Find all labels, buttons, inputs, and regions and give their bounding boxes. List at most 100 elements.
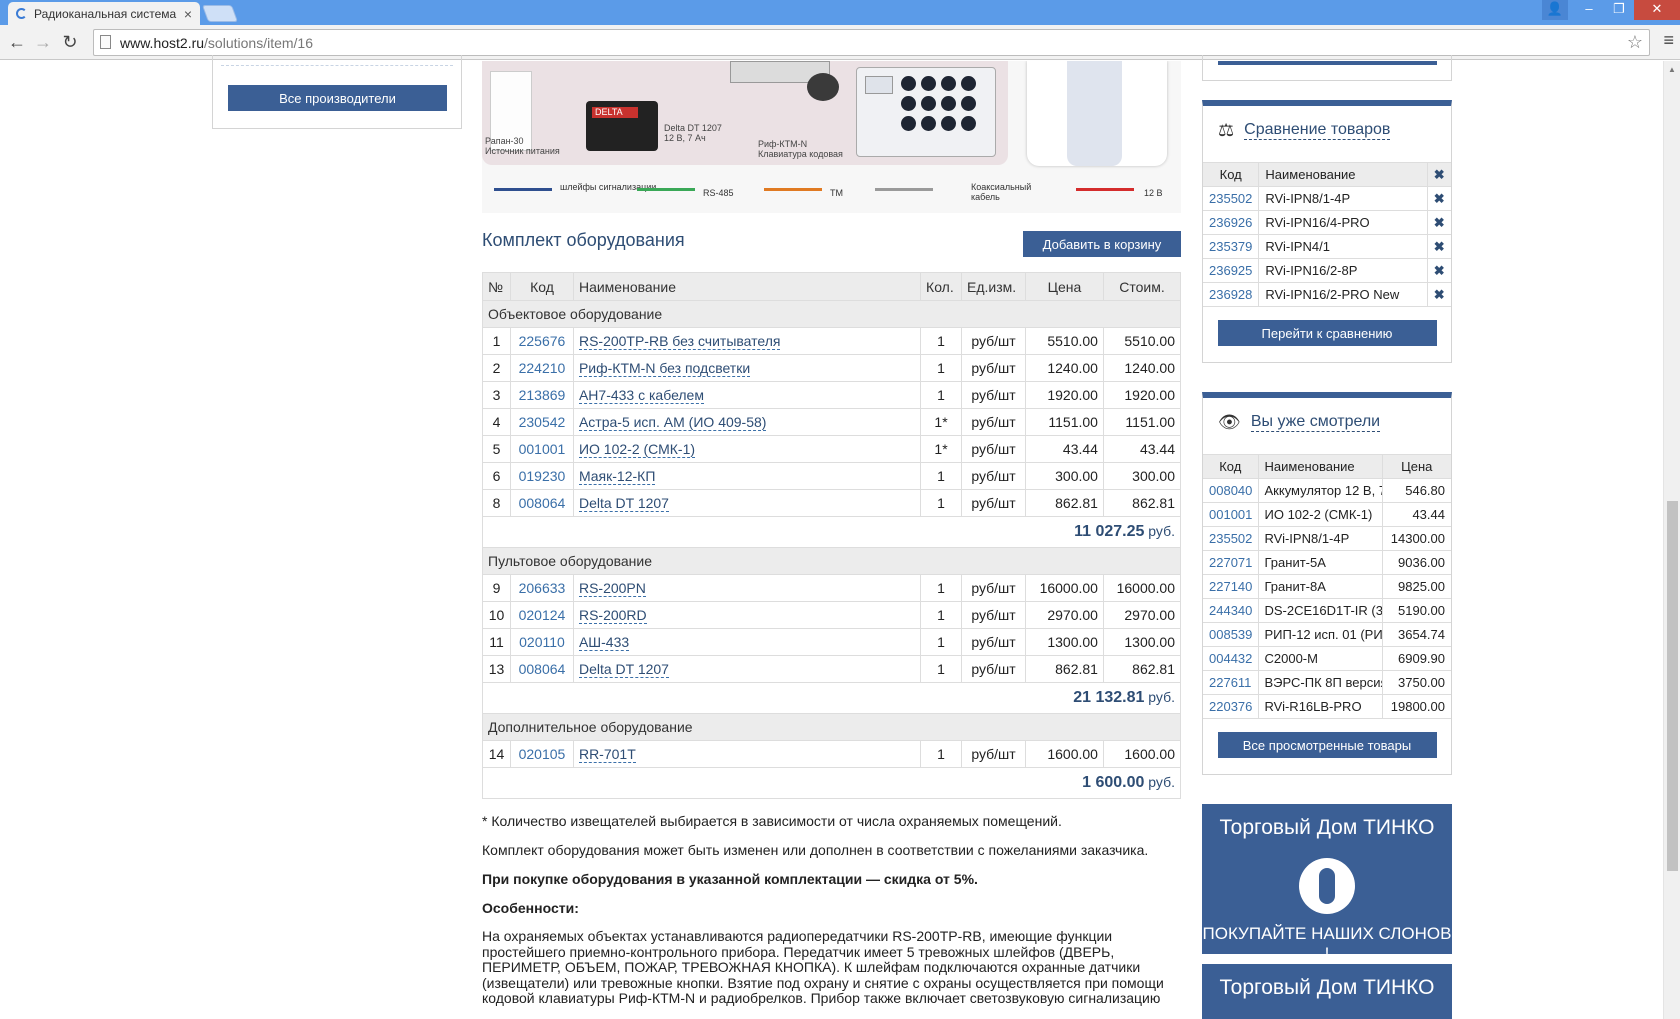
table-row: 227140 Гранит-8А 9825.00 xyxy=(1203,574,1451,599)
viewed-name: Гранит-5А xyxy=(1258,550,1383,575)
price: 5510.00 xyxy=(1025,327,1104,355)
viewed-code-link[interactable]: 227071 xyxy=(1203,550,1259,575)
panel-button-edge[interactable] xyxy=(1218,61,1437,65)
product-name-link[interactable]: Риф-КТМ-N без подсветки xyxy=(578,360,751,377)
viewed-code-link[interactable]: 004432 xyxy=(1203,646,1259,671)
product-name-link[interactable]: ИО 102-2 (СМК-1) xyxy=(578,441,696,458)
remove-icon[interactable]: ✖ xyxy=(1427,234,1451,259)
table-row: 244340 DS-2CE16D1T-IR (3.6 5190.00 xyxy=(1203,598,1451,623)
compare-code-link[interactable]: 235379 xyxy=(1203,234,1260,259)
row-number: 8 xyxy=(482,489,511,517)
product-code-link[interactable]: 020105 xyxy=(519,746,566,762)
product-code-link[interactable]: 001001 xyxy=(519,441,566,457)
rif-label: Риф-КТМ-N Клавиатура кодовая xyxy=(758,139,843,159)
viewed-code-link[interactable]: 235502 xyxy=(1203,526,1259,551)
scroll-up-arrow-icon[interactable]: ▲ xyxy=(1668,65,1676,74)
viewed-code-link[interactable]: 227611 xyxy=(1203,670,1259,695)
scrollbar-thumb[interactable] xyxy=(1667,501,1678,871)
clear-compare-icon[interactable]: ✖ xyxy=(1427,162,1451,187)
new-tab-button[interactable] xyxy=(201,5,239,22)
product-name-link[interactable]: RS-200PN xyxy=(578,580,646,597)
close-window-button[interactable]: ✕ xyxy=(1634,0,1680,20)
product-name-link[interactable]: Delta DT 1207 xyxy=(578,661,669,678)
table-row: 008040 Аккумулятор 12 В, 7 546.80 xyxy=(1203,478,1451,503)
restore-button[interactable]: ❐ xyxy=(1604,0,1634,20)
compare-title-link[interactable]: Сравнение товаров xyxy=(1244,121,1391,140)
quantity: 1 xyxy=(920,628,963,656)
legend-line xyxy=(875,188,933,191)
product-name-link[interactable]: Маяк-12-КП xyxy=(578,468,656,485)
legend-label: RS-485 xyxy=(703,188,734,198)
browser-menu-icon[interactable]: ≡ xyxy=(1663,30,1674,51)
price: 862.81 xyxy=(1025,489,1104,517)
remove-icon[interactable]: ✖ xyxy=(1427,186,1451,211)
product-name-link[interactable]: RS-200RD xyxy=(578,607,647,624)
browser-tab[interactable]: Радиоканальная система × xyxy=(8,2,200,25)
promo-banner[interactable]: Торговый Дом ТИНКО xyxy=(1202,964,1452,1019)
product-code-link[interactable]: 213869 xyxy=(519,387,566,403)
add-to-cart-button[interactable]: Добавить в корзину xyxy=(1023,231,1181,257)
viewed-code-link[interactable]: 008040 xyxy=(1203,478,1259,503)
product-code-link[interactable]: 225676 xyxy=(519,333,566,349)
go-to-compare-button[interactable]: Перейти к сравнению xyxy=(1217,320,1437,346)
product-code-link[interactable]: 020124 xyxy=(519,607,566,623)
unit: руб/шт xyxy=(961,327,1027,355)
product-code-link[interactable]: 020110 xyxy=(519,634,565,650)
remove-icon[interactable]: ✖ xyxy=(1427,282,1451,307)
page-scrollbar[interactable]: ▲ xyxy=(1663,61,1680,1019)
product-name-link[interactable]: RS-200TP-RB без считывателя xyxy=(578,333,781,350)
remove-icon[interactable]: ✖ xyxy=(1427,210,1451,235)
quantity: 1* xyxy=(920,435,963,463)
table-row: 235502 RVi-IPN8/1-4P ✖ xyxy=(1203,186,1451,211)
url-text[interactable]: www.host2.ru/solutions/item/16 xyxy=(120,35,313,51)
viewed-price: 3750.00 xyxy=(1382,670,1451,695)
tab-close-icon[interactable]: × xyxy=(184,6,192,22)
scales-icon: ⚖ xyxy=(1218,119,1235,140)
forward-arrow-icon[interactable]: → xyxy=(32,31,54,53)
col-header-code: Код xyxy=(509,272,574,301)
table-row: 6 019230 Маяк-12-КП 1 руб/шт 300.00 300.00 xyxy=(482,462,1182,490)
promo-banner[interactable]: Торговый Дом ТИНКО ПОКУПАЙТЕ НАШИХ СЛОНО… xyxy=(1202,804,1452,963)
product-code-link[interactable]: 206633 xyxy=(519,580,566,596)
compare-code-link[interactable]: 236925 xyxy=(1203,258,1260,283)
bookmark-star-icon[interactable]: ☆ xyxy=(1627,32,1643,53)
features-text: На охраняемых объектах устанавливаются р… xyxy=(482,928,1164,1006)
viewed-code-link[interactable]: 227140 xyxy=(1203,574,1259,599)
product-code-link[interactable]: 008064 xyxy=(519,661,566,677)
table-row: 4 230542 Астра-5 исп. АМ (ИО 409-58) 1* руб/… xyxy=(482,408,1182,436)
table-row: 236928 RVi-IPN16/2-PRO New ✖ xyxy=(1203,282,1451,307)
product-name-link[interactable]: АН7-433 с кабелем xyxy=(578,387,704,404)
remove-icon[interactable]: ✖ xyxy=(1427,258,1451,283)
product-code-link[interactable]: 224210 xyxy=(519,360,566,376)
profile-icon[interactable]: 👤 xyxy=(1542,0,1568,20)
minimize-button[interactable]: – xyxy=(1574,0,1604,20)
reload-icon[interactable]: ↻ xyxy=(59,31,81,53)
person-illustration xyxy=(1027,61,1167,166)
viewed-code-link[interactable]: 220376 xyxy=(1203,694,1259,719)
product-code-link[interactable]: 230542 xyxy=(519,414,566,430)
all-makers-button[interactable]: Все производители xyxy=(228,85,447,111)
viewed-code-link[interactable]: 001001 xyxy=(1203,502,1259,527)
address-bar[interactable]: www.host2.ru/solutions/item/16 ☆ xyxy=(93,29,1650,56)
product-code-link[interactable]: 019230 xyxy=(519,468,566,484)
viewed-title-link[interactable]: Вы уже смотрели xyxy=(1250,413,1381,432)
viewed-code-link[interactable]: 008539 xyxy=(1203,622,1259,647)
keyfob-image xyxy=(807,73,839,101)
eye-icon: 👁 xyxy=(1218,411,1241,432)
all-viewed-button[interactable]: Все просмотренные товары xyxy=(1217,732,1437,758)
product-name-link[interactable]: Астра-5 исп. АМ (ИО 409-58) xyxy=(578,414,767,431)
viewed-name: RVi-IPN8/1-4P xyxy=(1258,526,1383,551)
compare-code-link[interactable]: 236926 xyxy=(1203,210,1260,235)
viewed-price: 9825.00 xyxy=(1382,574,1451,599)
line-total: 16000.00 xyxy=(1102,574,1182,602)
viewed-code-link[interactable]: 244340 xyxy=(1203,598,1259,623)
section-name: Дополнительное оборудование xyxy=(482,713,1181,741)
product-name-link[interactable]: АШ-433 xyxy=(578,634,630,651)
product-code-link[interactable]: 008064 xyxy=(519,495,566,511)
back-arrow-icon[interactable]: ← xyxy=(6,31,28,53)
compare-code-link[interactable]: 236928 xyxy=(1203,282,1260,307)
product-name-link[interactable]: Delta DT 1207 xyxy=(578,495,669,512)
compare-code-link[interactable]: 235502 xyxy=(1203,186,1260,211)
product-name-link[interactable]: RR-701T xyxy=(578,746,636,763)
col-header-code: Код xyxy=(1203,454,1259,479)
